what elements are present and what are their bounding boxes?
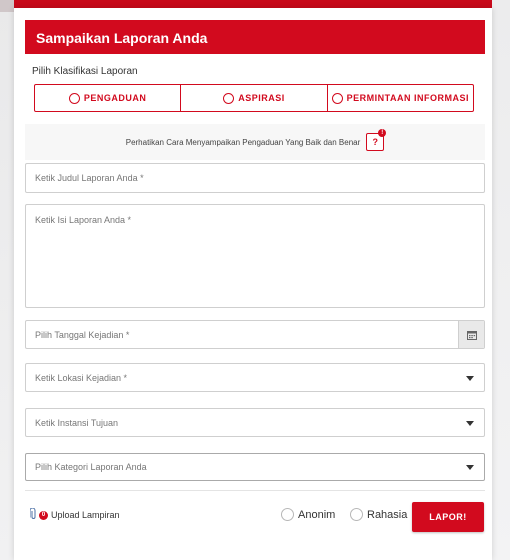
classification-option-label: PENGADUAN (83, 93, 147, 103)
divider (25, 490, 485, 491)
report-body-textarea[interactable]: Ketik Isi Laporan Anda * (25, 204, 485, 308)
caret-down-icon (466, 375, 474, 381)
classification-option-aspirasi[interactable]: ASPIRASI (181, 85, 328, 111)
classification-option-permintaan-informasi[interactable]: PERMINTAAN INFORMASI (328, 85, 473, 111)
radio-icon (350, 508, 363, 521)
caret-down-icon (466, 465, 474, 470)
report-title-placeholder: Ketik Judul Laporan Anda * (35, 173, 144, 183)
paperclip-icon (29, 507, 37, 522)
radio-icon (68, 92, 80, 104)
incident-location-select[interactable]: Ketik Lokasi Kejadian * (25, 363, 485, 392)
radio-icon (331, 92, 343, 104)
incident-location-placeholder: Ketik Lokasi Kejadian * (35, 372, 128, 383)
anonymous-option[interactable]: Anonim (281, 508, 335, 521)
incident-date-placeholder: Pilih Tanggal Kejadian * (35, 329, 130, 340)
target-agency-select[interactable]: Ketik Instansi Tujuan (25, 408, 485, 437)
classification-option-pengaduan[interactable]: PENGADUAN (35, 85, 182, 111)
upload-label: Upload Lampiran (51, 510, 120, 520)
report-title-input[interactable]: Ketik Judul Laporan Anda * (25, 163, 485, 193)
radio-icon (281, 508, 294, 521)
upload-attachment-button[interactable]: 0 Upload Lampiran (29, 507, 120, 522)
classification-group: PENGADUAN ASPIRASI PERMINTAAN INFORMASI (34, 84, 474, 112)
calendar-icon[interactable] (458, 321, 484, 348)
caret-down-icon (466, 420, 474, 426)
upload-count-badge: 0 (39, 510, 48, 520)
secret-option[interactable]: Rahasia (350, 508, 407, 521)
submit-report-button[interactable]: LAPOR! (412, 502, 484, 532)
notice-text: Perhatikan Cara Menyampaikan Pengaduan Y… (125, 137, 361, 147)
report-category-placeholder: Pilih Kategori Laporan Anda (35, 462, 147, 472)
notice-bar: Perhatikan Cara Menyampaikan Pengaduan Y… (25, 124, 485, 160)
anonymous-label: Anonim (298, 508, 336, 521)
classification-option-label: PERMINTAAN INFORMASI (346, 93, 469, 103)
incident-date-input[interactable]: Pilih Tanggal Kejadian * (25, 320, 485, 349)
top-left-background (0, 0, 14, 12)
report-category-select[interactable]: Pilih Kategori Laporan Anda (25, 453, 485, 481)
classification-option-label: ASPIRASI (238, 93, 285, 103)
left-background (0, 0, 14, 560)
right-background (492, 0, 510, 560)
classification-label: Pilih Klasifikasi Laporan (32, 66, 138, 77)
target-agency-placeholder: Ketik Instansi Tujuan (35, 417, 119, 428)
report-form-card: Sampaikan Laporan Anda Pilih Klasifikasi… (14, 8, 492, 560)
form-title: Sampaikan Laporan Anda (25, 20, 485, 54)
report-body-placeholder: Ketik Isi Laporan Anda * (35, 215, 132, 225)
help-badge: ! (378, 129, 387, 137)
secret-label: Rahasia (367, 508, 408, 521)
help-button[interactable]: ? ! (366, 129, 387, 151)
help-label: ? (372, 137, 379, 147)
radio-icon (223, 92, 235, 104)
